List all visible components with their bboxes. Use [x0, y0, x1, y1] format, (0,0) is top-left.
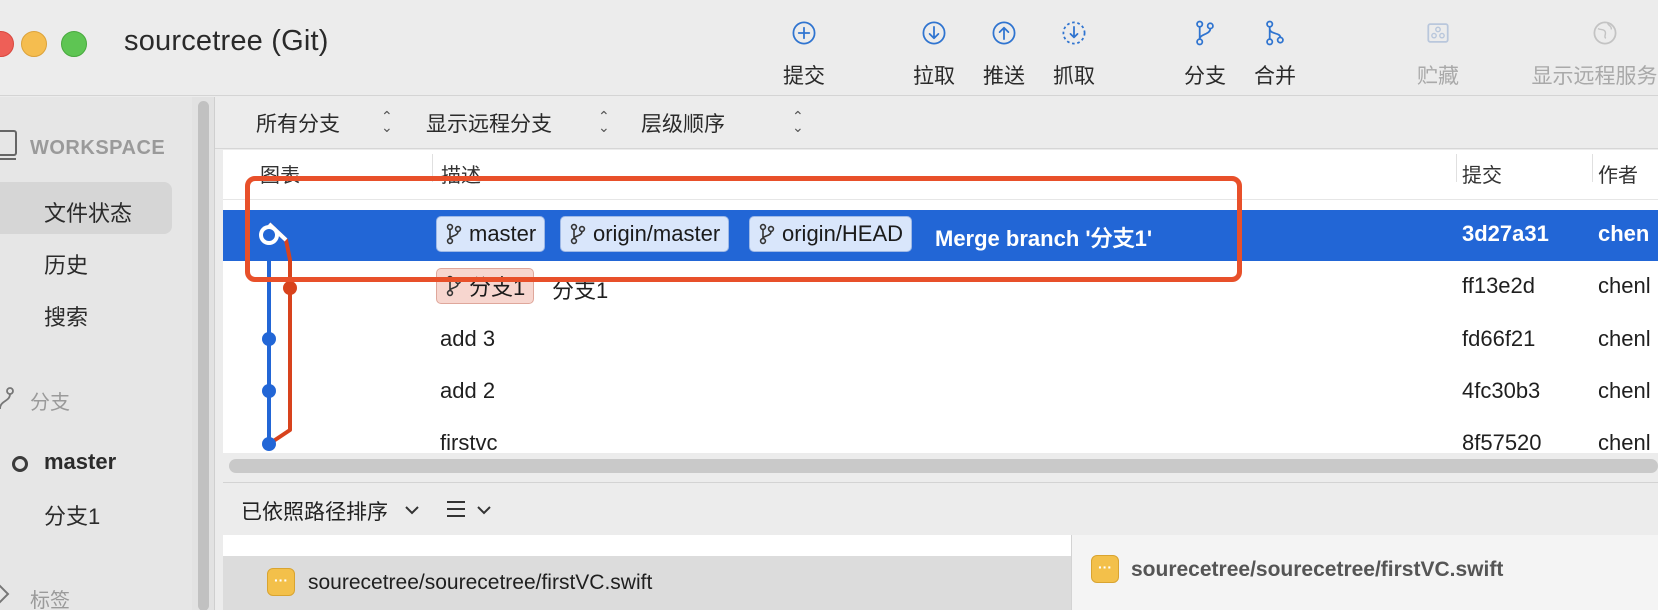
changed-file-path[interactable]: sourecetree/sourecetree/firstVC.swift — [308, 571, 652, 595]
branch-filter-dropdown[interactable]: 所有分支 — [256, 108, 340, 138]
branch-icon — [1196, 20, 1214, 46]
column-header-author[interactable]: 作者 — [1598, 159, 1638, 188]
sidebar-scroll-thumb[interactable] — [198, 101, 209, 610]
sidebar-item-file-status[interactable]: 文件状态 — [44, 196, 132, 228]
commit-author: chenl — [1598, 378, 1651, 403]
sidebar-branch-master[interactable]: master — [44, 449, 116, 475]
order-filter-dropdown[interactable]: 层级顺序 — [641, 108, 725, 138]
chevron-down-icon — [477, 506, 491, 515]
show-remote-button[interactable]: 显示远程服务器 — [1532, 18, 1658, 90]
window-title: sourcetree (Git) — [124, 25, 329, 57]
sort-by-path-dropdown[interactable]: 已依照路径排序 — [241, 496, 388, 526]
sidebar-tags-header: 标签 — [30, 590, 70, 610]
commit-message: add 3 — [440, 326, 496, 351]
list-view-icon[interactable] — [445, 497, 467, 521]
current-branch-indicator — [12, 456, 28, 472]
chevron-updown-icon: ⌃ ⌄ — [381, 108, 393, 135]
commit-hash: ff13e2d — [1462, 273, 1536, 298]
globe-icon — [1593, 21, 1617, 45]
plus-circle-icon — [792, 21, 816, 45]
commit-author: chen — [1598, 221, 1650, 246]
modified-file-icon: ··· — [267, 568, 295, 596]
fetch-dashed-circle-icon — [1062, 21, 1086, 45]
sidebar-branch-1[interactable]: 分支1 — [44, 499, 100, 531]
merge-icon — [1266, 20, 1284, 46]
workspace-header: WORKSPACE — [30, 137, 166, 159]
commit-author: chenl — [1598, 273, 1651, 298]
sidebar-scrollbar[interactable] — [192, 97, 215, 610]
branches-icon — [0, 387, 14, 410]
tag-icon — [0, 584, 10, 604]
diff-file-header: sourecetree/sourecetree/firstVC.swift — [1131, 558, 1504, 581]
commit-message: add 2 — [440, 378, 496, 403]
highlight-annotation-box — [245, 176, 1242, 282]
commit-button[interactable]: 提交 — [759, 18, 849, 90]
chevron-down-icon — [405, 506, 419, 515]
commit-author: chenl — [1598, 326, 1651, 351]
stash-icon — [1427, 23, 1449, 43]
sidebar-branches-header: 分支 — [30, 392, 70, 414]
column-separator[interactable] — [1456, 154, 1457, 182]
file-list-toolbar — [223, 483, 1658, 535]
remote-filter-dropdown[interactable]: 显示远程分支 — [426, 108, 552, 138]
history-horizontal-scrollbar[interactable] — [229, 459, 1658, 473]
chevron-updown-icon: ⌃ ⌄ — [598, 108, 610, 135]
commit-hash: 4fc30b3 — [1462, 378, 1541, 403]
workspace-icon — [0, 130, 17, 160]
commit-hash: 3d27a31 — [1462, 221, 1549, 246]
commit-message: firstvc — [440, 430, 498, 455]
commit-author: chenl — [1598, 430, 1651, 455]
sidebar — [0, 97, 192, 610]
modified-file-icon: ··· — [1091, 555, 1119, 583]
sidebar-item-search[interactable]: 搜索 — [44, 300, 88, 332]
zoom-window-button[interactable] — [61, 31, 87, 57]
minimize-window-button[interactable] — [21, 31, 47, 57]
arrow-up-circle-icon — [992, 21, 1016, 45]
commit-hash: 8f57520 — [1462, 430, 1542, 455]
column-header-commit[interactable]: 提交 — [1462, 159, 1502, 188]
merge-button[interactable]: 合并 — [1230, 18, 1320, 90]
chevron-updown-icon: ⌃ ⌄ — [792, 108, 804, 135]
commit-hash: fd66f21 — [1462, 326, 1536, 351]
sidebar-item-history[interactable]: 历史 — [44, 248, 88, 280]
stash-button[interactable]: 贮藏 — [1393, 18, 1483, 90]
fetch-button[interactable]: 抓取 — [1029, 18, 1119, 90]
column-separator[interactable] — [1592, 154, 1593, 182]
arrow-down-circle-icon — [922, 21, 946, 45]
